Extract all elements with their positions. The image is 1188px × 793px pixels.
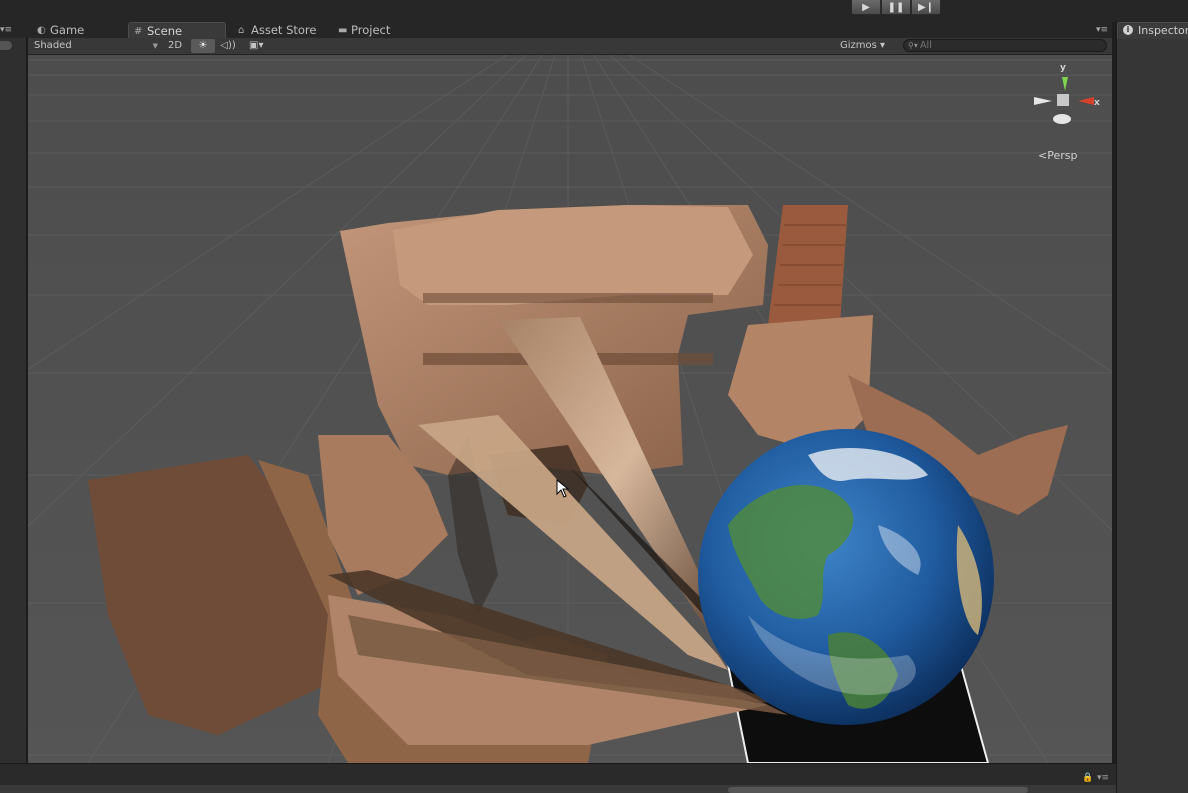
- tab-project-label: Project: [351, 23, 391, 37]
- tab-inspector-label: Inspector: [1138, 24, 1188, 37]
- search-input[interactable]: [920, 40, 1100, 51]
- gizmo-x-label: x: [1094, 98, 1100, 108]
- step-button[interactable]: ▶❙: [911, 0, 941, 15]
- tab-asset-store-label: Asset Store: [251, 23, 317, 37]
- tab-scene[interactable]: # Scene: [128, 22, 226, 38]
- pause-button[interactable]: ❚❚: [881, 0, 911, 15]
- scene-search: ⚲▾: [903, 39, 1107, 52]
- bottom-panel-header: [0, 763, 1116, 786]
- gizmo-z-axis-icon[interactable]: [1053, 114, 1071, 124]
- scene-render: [28, 55, 1112, 763]
- scene-toolbar: Shaded ▼ 2D ☀ ◁)) ▣▾ Gizmos ▾ ⚲▾: [28, 38, 1112, 55]
- lock-icon[interactable]: 🔒: [1082, 773, 1093, 783]
- folder-icon: ▬: [338, 25, 348, 36]
- play-button[interactable]: ▶: [851, 0, 881, 15]
- earth-sphere: [698, 429, 994, 725]
- inspector-panel: i Inspector: [1116, 22, 1188, 793]
- asset-store-icon: ⌂: [238, 25, 245, 36]
- tab-game-label: Game: [50, 23, 85, 37]
- gizmo-x-axis-icon[interactable]: [1078, 97, 1094, 105]
- left-panel: [0, 38, 27, 763]
- gizmo-y-axis-icon[interactable]: [1062, 77, 1068, 91]
- gizmos-dropdown[interactable]: Gizmos ▾: [840, 39, 898, 53]
- projection-label[interactable]: <Persp: [1038, 149, 1077, 162]
- zoom-slider[interactable]: [728, 787, 1028, 793]
- tab-scene-label: Scene: [147, 24, 183, 38]
- draw-mode-dropdown[interactable]: Shaded ▼: [34, 39, 158, 53]
- bottom-panel: 🔒 ▾≡: [0, 763, 1116, 793]
- play-controls: ▶ ❚❚ ▶❙: [851, 0, 941, 15]
- image-effects-icon: ▣▾: [249, 40, 264, 51]
- top-toolbar: ▶ ❚❚ ▶❙: [0, 0, 1188, 22]
- info-icon: i: [1123, 25, 1133, 35]
- panel-menu-icon[interactable]: ▾≡: [1097, 773, 1109, 783]
- effects-dropdown[interactable]: ▣▾: [246, 39, 276, 53]
- left-panel-scroll-handle[interactable]: [0, 41, 12, 50]
- game-icon: ◐: [37, 25, 46, 36]
- mouse-cursor-icon: [556, 479, 570, 498]
- editor-tab-strip: ◐ Game # Scene ⌂ Asset Store ▬ Project: [0, 22, 1112, 38]
- lighting-toggle-button[interactable]: ☀: [191, 39, 215, 53]
- tab-menu-icon[interactable]: ▾≡: [1096, 25, 1108, 35]
- gizmo-y-label: y: [1060, 63, 1066, 73]
- scene-viewport[interactable]: y x <Persp: [28, 55, 1112, 763]
- draw-mode-label: Shaded: [34, 40, 72, 51]
- search-icon: ⚲▾: [908, 41, 918, 50]
- sun-icon: ☀: [198, 40, 208, 51]
- tab-inspector[interactable]: i Inspector: [1117, 22, 1188, 39]
- chevron-down-icon: ▼: [152, 42, 158, 50]
- projection-text: Persp: [1047, 149, 1078, 162]
- gizmo-negative-x-icon[interactable]: [1034, 97, 1052, 105]
- tab-asset-store[interactable]: ⌂ Asset Store: [233, 22, 327, 38]
- tab-project[interactable]: ▬ Project: [333, 22, 413, 38]
- chevron-left-icon: <: [1038, 149, 1048, 162]
- audio-toggle-button[interactable]: ◁)): [218, 39, 238, 53]
- 2d-toggle-button[interactable]: 2D: [162, 39, 188, 53]
- left-panel-menu-icon[interactable]: ▾≡: [0, 25, 12, 35]
- tab-game[interactable]: ◐ Game: [32, 22, 124, 38]
- speaker-icon: ◁)): [220, 40, 236, 51]
- gizmo-center-cube[interactable]: [1057, 94, 1069, 106]
